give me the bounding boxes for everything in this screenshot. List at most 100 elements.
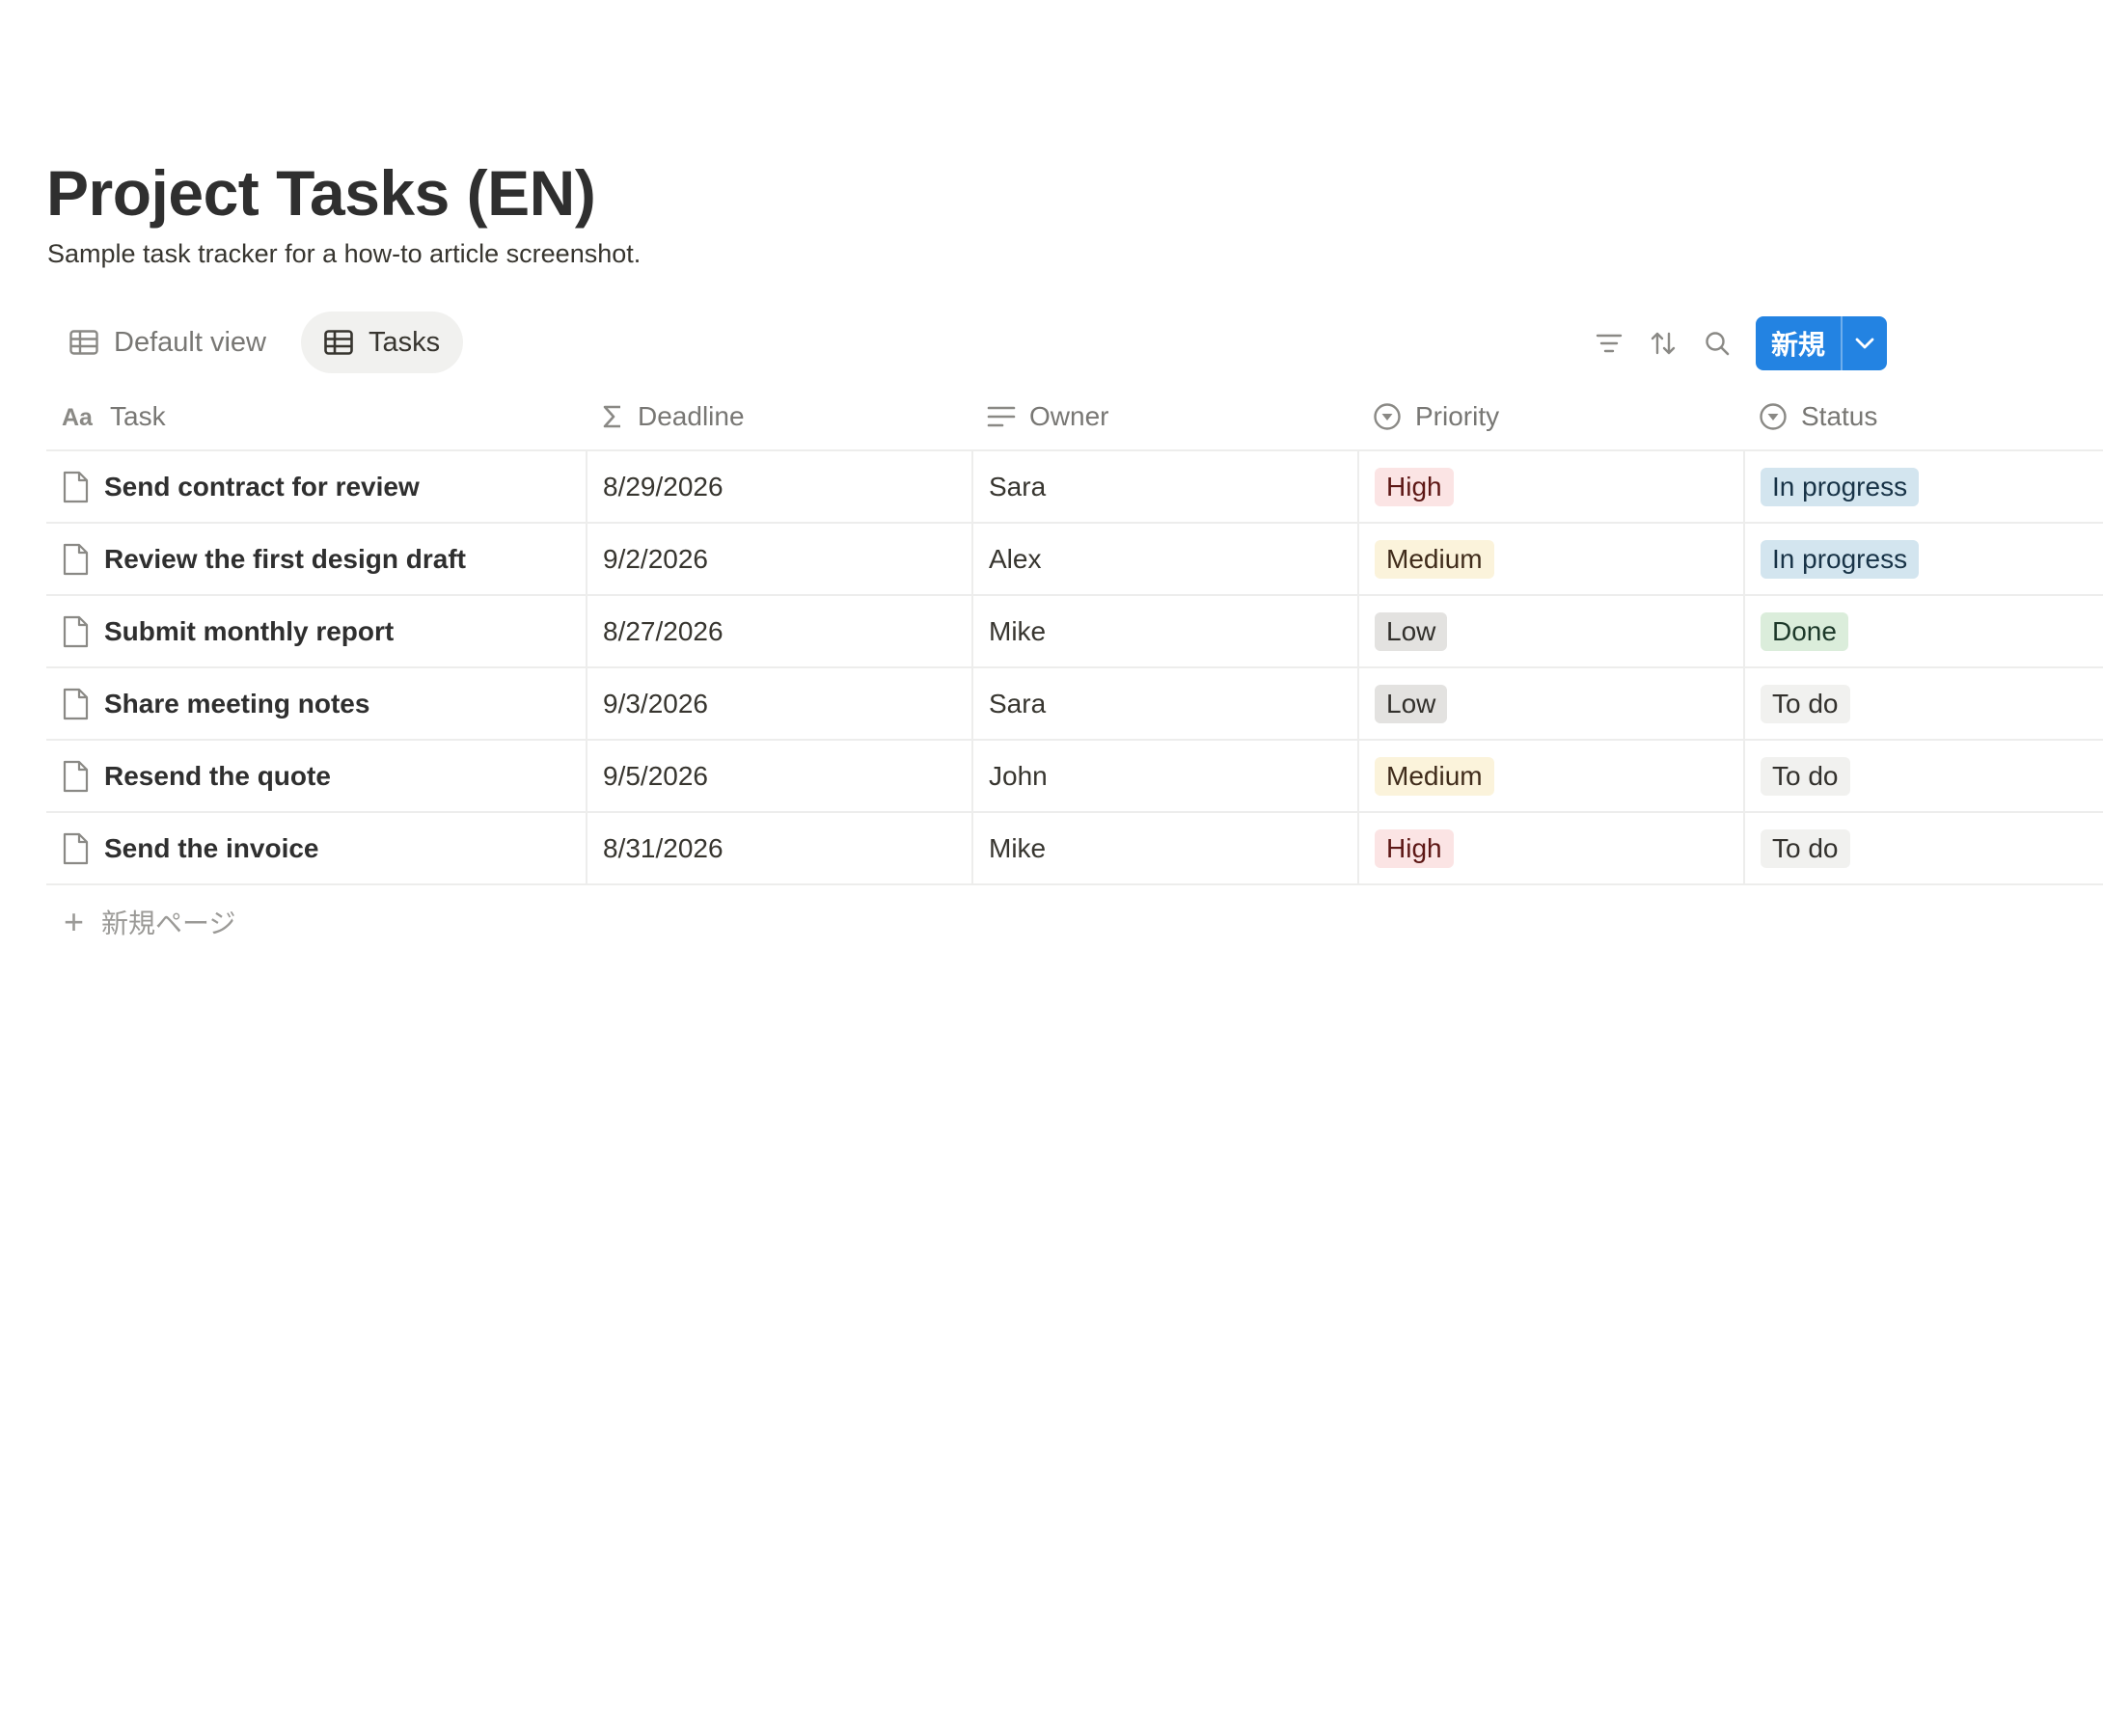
- text-property-icon: Aa: [62, 405, 94, 428]
- owner-cell[interactable]: Sara: [971, 451, 1357, 522]
- tab-label: Default view: [114, 326, 266, 358]
- status-cell[interactable]: To do: [1743, 741, 2103, 811]
- task-name: Submit monthly report: [104, 615, 395, 646]
- task-cell[interactable]: Share meeting notes: [46, 668, 586, 739]
- deadline-cell[interactable]: 8/27/2026: [586, 596, 971, 666]
- task-cell[interactable]: Review the first design draft: [46, 524, 586, 594]
- page-icon: [63, 760, 89, 792]
- table-row[interactable]: Review the first design draft 9/2/2026 A…: [46, 524, 2103, 596]
- table-row[interactable]: Send contract for review 8/29/2026 Sara …: [46, 451, 2103, 524]
- status-cell[interactable]: In progress: [1743, 451, 2103, 522]
- plus-icon: +: [64, 902, 85, 941]
- status-tag: Done: [1761, 611, 1848, 651]
- tab-tasks[interactable]: Tasks: [300, 312, 464, 373]
- table-icon: [69, 330, 98, 355]
- page-icon: [63, 543, 89, 575]
- status-tag: To do: [1761, 828, 1850, 868]
- column-header-owner[interactable]: Owner: [971, 384, 1357, 449]
- page-icon: [63, 615, 89, 647]
- select-icon: [1374, 403, 1401, 430]
- priority-tag: High: [1375, 467, 1454, 506]
- page-description: Sample task tracker for a how-to article…: [47, 239, 642, 268]
- view-tabs: Default view Tasks: [46, 312, 464, 373]
- status-tag: In progress: [1761, 467, 1920, 506]
- filter-button[interactable]: [1582, 316, 1636, 370]
- table-row[interactable]: Share meeting notes 9/3/2026 Sara Low To…: [46, 668, 2103, 741]
- filter-icon: [1596, 334, 1623, 353]
- task-cell[interactable]: Send contract for review: [46, 451, 586, 522]
- priority-cell[interactable]: High: [1357, 813, 1743, 883]
- tab-label: Tasks: [368, 326, 441, 358]
- add-new-page-label: 新規ページ: [101, 909, 236, 938]
- page-icon: [63, 688, 89, 719]
- priority-cell[interactable]: High: [1357, 451, 1743, 522]
- column-label: Deadline: [638, 401, 745, 431]
- page-icon: [63, 832, 89, 864]
- column-header-status[interactable]: Status: [1743, 384, 2103, 449]
- page-icon: [63, 471, 89, 502]
- deadline-cell[interactable]: 8/29/2026: [586, 451, 971, 522]
- page-title: Project Tasks (EN): [46, 157, 596, 229]
- tasks-table: Aa Task Deadline Owner Priority Status S…: [46, 384, 2103, 959]
- column-header-deadline[interactable]: Deadline: [586, 384, 971, 449]
- formula-icon: [603, 405, 620, 428]
- priority-tag: Low: [1375, 611, 1448, 651]
- owner-cell[interactable]: John: [971, 741, 1357, 811]
- search-icon: [1706, 332, 1730, 356]
- priority-tag: High: [1375, 828, 1454, 868]
- deadline-cell[interactable]: 8/31/2026: [586, 813, 971, 883]
- status-cell[interactable]: In progress: [1743, 524, 2103, 594]
- add-new-page-button[interactable]: + 新規ページ: [46, 885, 2103, 959]
- table-row[interactable]: Submit monthly report 8/27/2026 Mike Low…: [46, 596, 2103, 668]
- status-tag: To do: [1761, 684, 1850, 723]
- new-button[interactable]: 新規: [1756, 316, 1841, 370]
- table-row[interactable]: Resend the quote 9/5/2026 John Medium To…: [46, 741, 2103, 813]
- priority-cell[interactable]: Low: [1357, 596, 1743, 666]
- view-toolbar: 新規: [1582, 316, 1887, 370]
- priority-cell[interactable]: Medium: [1357, 524, 1743, 594]
- select-icon: [1760, 403, 1787, 430]
- priority-cell[interactable]: Medium: [1357, 741, 1743, 811]
- table-row[interactable]: Send the invoice 8/31/2026 Mike High To …: [46, 813, 2103, 885]
- status-cell[interactable]: Done: [1743, 596, 2103, 666]
- priority-cell[interactable]: Low: [1357, 668, 1743, 739]
- text-lines-icon: [987, 406, 1016, 427]
- column-label: Owner: [1029, 401, 1109, 431]
- task-cell[interactable]: Submit monthly report: [46, 596, 586, 666]
- svg-text:Aa: Aa: [62, 405, 94, 428]
- page: Project Tasks (EN) Sample task tracker f…: [0, 0, 2103, 1736]
- table-header: Aa Task Deadline Owner Priority Status: [46, 384, 2103, 451]
- sort-button[interactable]: [1636, 316, 1690, 370]
- status-cell[interactable]: To do: [1743, 813, 2103, 883]
- task-name: Share meeting notes: [104, 688, 370, 719]
- priority-tag: Medium: [1375, 756, 1494, 796]
- column-label: Task: [110, 401, 166, 431]
- task-name: Send the invoice: [104, 832, 319, 863]
- column-label: Priority: [1415, 401, 1500, 431]
- task-cell[interactable]: Send the invoice: [46, 813, 586, 883]
- chevron-down-icon: [1855, 338, 1874, 349]
- status-tag: In progress: [1761, 539, 1920, 579]
- column-header-priority[interactable]: Priority: [1357, 384, 1743, 449]
- new-dropdown-button[interactable]: [1841, 316, 1887, 370]
- task-cell[interactable]: Resend the quote: [46, 741, 586, 811]
- priority-tag: Low: [1375, 684, 1448, 723]
- deadline-cell[interactable]: 9/3/2026: [586, 668, 971, 739]
- column-header-task[interactable]: Aa Task: [46, 384, 586, 449]
- search-button[interactable]: [1690, 316, 1744, 370]
- owner-cell[interactable]: Sara: [971, 668, 1357, 739]
- table-icon: [324, 330, 353, 355]
- task-name: Send contract for review: [104, 471, 420, 502]
- sort-icon: [1651, 332, 1676, 355]
- task-name: Resend the quote: [104, 760, 331, 791]
- deadline-cell[interactable]: 9/2/2026: [586, 524, 971, 594]
- owner-cell[interactable]: Mike: [971, 596, 1357, 666]
- owner-cell[interactable]: Mike: [971, 813, 1357, 883]
- task-name: Review the first design draft: [104, 543, 466, 574]
- status-cell[interactable]: To do: [1743, 668, 2103, 739]
- column-label: Status: [1801, 401, 1878, 431]
- tab-default-view[interactable]: Default view: [46, 312, 289, 373]
- status-tag: To do: [1761, 756, 1850, 796]
- owner-cell[interactable]: Alex: [971, 524, 1357, 594]
- deadline-cell[interactable]: 9/5/2026: [586, 741, 971, 811]
